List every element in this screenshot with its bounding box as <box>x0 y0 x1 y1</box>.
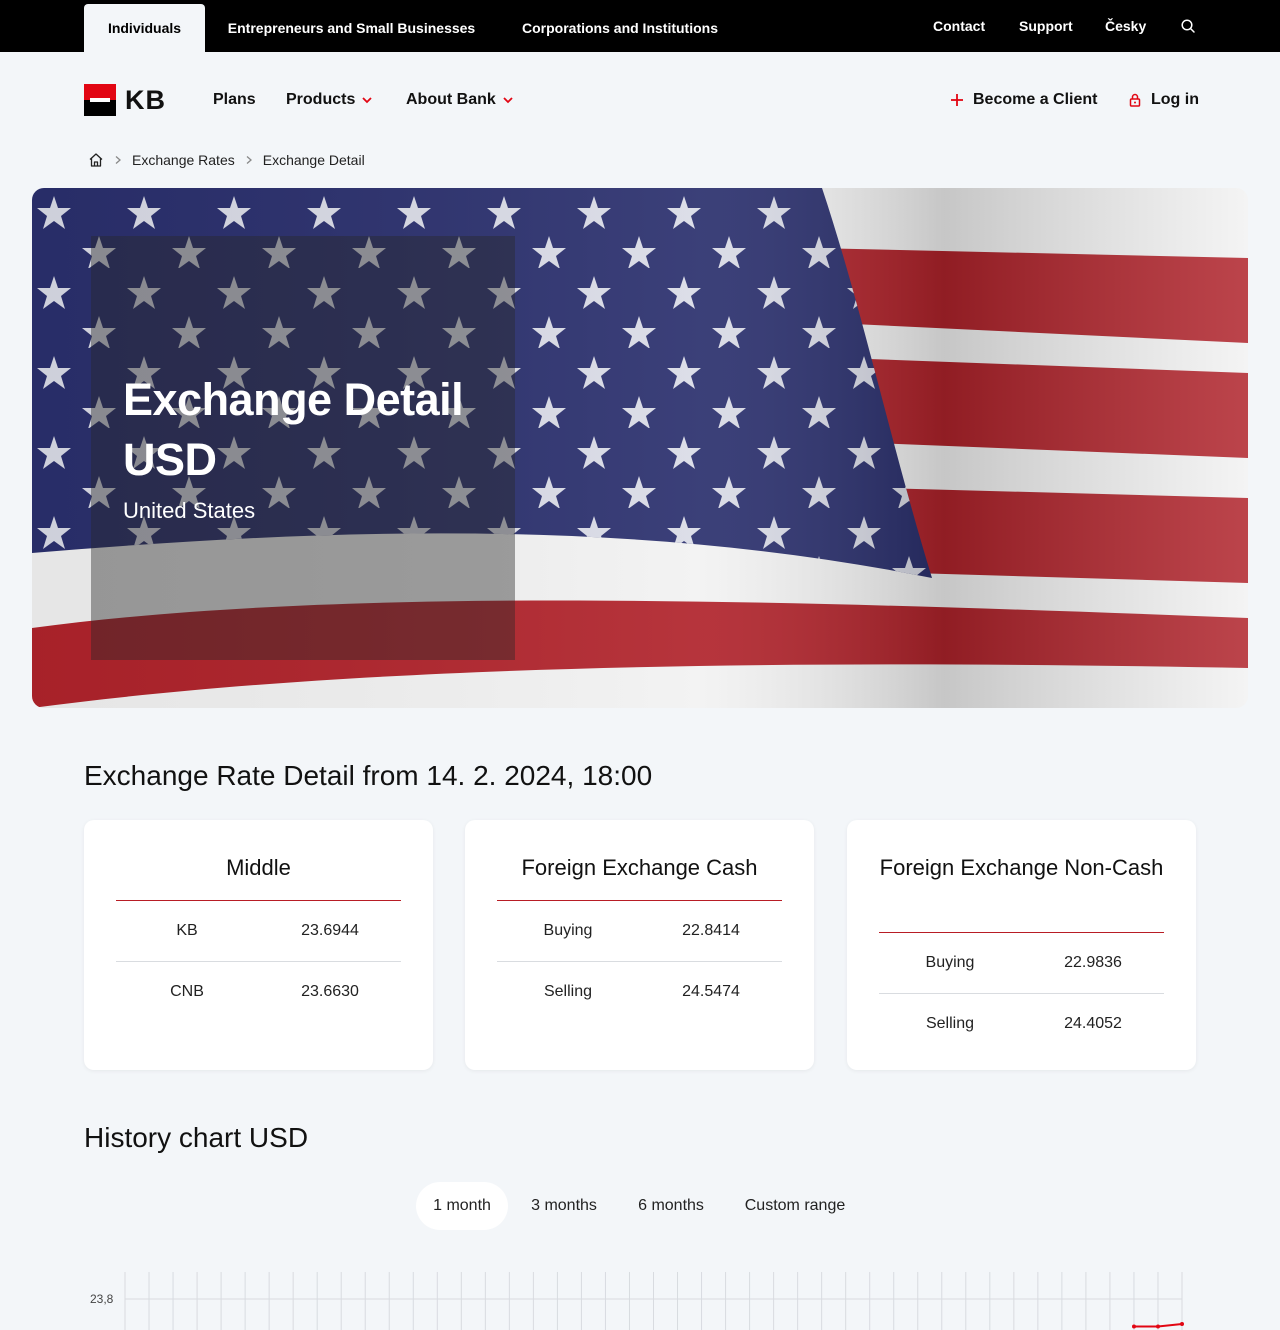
nav-about-bank[interactable]: About Bank <box>406 88 514 112</box>
row-divider <box>497 961 782 962</box>
kb-logo[interactable]: KB <box>84 84 166 116</box>
search-icon <box>1181 19 1195 33</box>
data-point <box>1180 1322 1184 1326</box>
hero-subtitle: United States <box>123 498 256 523</box>
breadcrumb-exchange-detail: Exchange Detail <box>262 152 365 168</box>
data-point <box>1156 1324 1160 1329</box>
contact-link[interactable]: Contact <box>933 0 985 52</box>
segment-individuals[interactable]: Individuals <box>84 4 205 52</box>
support-link[interactable]: Support <box>1019 0 1073 52</box>
history-heading: History chart USD <box>84 1122 309 1153</box>
login-button[interactable]: Log in <box>1129 88 1199 112</box>
nav-about-label: About Bank <box>406 91 496 108</box>
chevron-right-icon <box>115 156 121 164</box>
card-title: Foreign Exchange Non-Cash <box>879 855 1164 880</box>
tab-1-month[interactable]: 1 month <box>416 1182 508 1230</box>
row-divider <box>116 961 401 962</box>
chevron-down-icon <box>503 97 513 104</box>
lock-icon <box>1129 93 1141 107</box>
nav-products-label: Products <box>286 91 356 108</box>
rate-card-non-cash: Foreign Exchange Non-Cash Buying 22.9836… <box>847 820 1196 1070</box>
rate-label: Buying <box>543 922 593 939</box>
segment-corporations[interactable]: Corporations and Institutions <box>498 4 742 52</box>
top-bar: Individuals Entrepreneurs and Small Busi… <box>0 0 1280 52</box>
rate-value: 24.4052 <box>1064 1015 1122 1032</box>
rate-label: KB <box>176 922 198 939</box>
logo-mark <box>84 84 116 116</box>
become-client-label: Become a Client <box>973 91 1098 108</box>
hero-title: Exchange Detail USD <box>123 374 464 485</box>
rate-label: Selling <box>925 1015 975 1032</box>
rate-value: 23.6944 <box>301 922 359 939</box>
rate-value: 23.6630 <box>301 983 359 1000</box>
tab-3-months[interactable]: 3 months <box>518 1182 610 1230</box>
card-title: Middle <box>226 855 291 880</box>
rate-card-cash: Foreign Exchange Cash Buying 22.8414 Sel… <box>465 820 814 1070</box>
history-chart: 23,8 <box>90 1272 1184 1330</box>
rate-value: 22.8414 <box>682 922 740 939</box>
card-divider <box>879 932 1164 933</box>
login-label: Log in <box>1151 91 1199 108</box>
y-tick-label: 23,8 <box>90 1292 114 1306</box>
rate-label: Buying <box>925 954 975 971</box>
rate-value: 22.9836 <box>1064 954 1122 971</box>
breadcrumb-exchange-rates[interactable]: Exchange Rates <box>132 152 235 168</box>
exchange-detail-heading: Exchange Rate Detail from 14. 2. 2024, 1… <box>84 760 653 791</box>
rate-label: CNB <box>170 983 204 1000</box>
home-icon[interactable] <box>88 152 104 168</box>
hero-banner: Exchange Detail USD United States <box>32 188 1248 708</box>
row-divider <box>879 993 1164 994</box>
chart-grid <box>124 1272 1183 1330</box>
data-point <box>1132 1324 1136 1329</box>
breadcrumb: Exchange Rates Exchange Detail <box>88 150 365 170</box>
card-divider <box>116 900 401 901</box>
rate-label: Selling <box>543 983 593 1000</box>
segment-entrepreneurs[interactable]: Entrepreneurs and Small Businesses <box>205 4 498 52</box>
rate-value: 24.5474 <box>682 983 740 1000</box>
language-link[interactable]: Česky <box>1105 0 1146 52</box>
chevron-right-icon <box>246 156 252 164</box>
rate-card-middle: Middle KB 23.6944 CNB 23.6630 <box>84 820 433 1070</box>
tab-6-months[interactable]: 6 months <box>624 1182 718 1230</box>
plus-icon <box>951 94 963 106</box>
card-divider <box>497 900 782 901</box>
tab-custom-range[interactable]: Custom range <box>730 1182 860 1230</box>
chevron-down-icon <box>362 97 372 104</box>
search-button[interactable] <box>1180 0 1196 52</box>
nav-products[interactable]: Products <box>286 88 373 112</box>
logo-text: KB <box>125 84 166 115</box>
nav-plans[interactable]: Plans <box>213 88 256 112</box>
nav-plans-label: Plans <box>213 91 256 108</box>
become-client-button[interactable]: Become a Client <box>950 88 1097 112</box>
card-title: Foreign Exchange Cash <box>521 855 758 880</box>
